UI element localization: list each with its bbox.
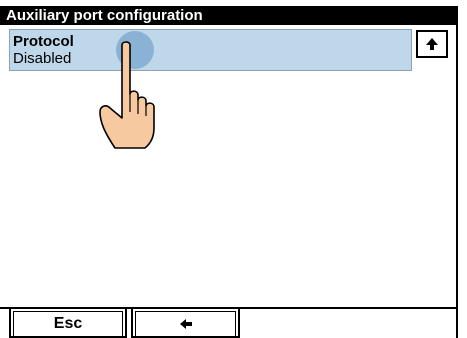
protocol-label: Protocol	[13, 33, 74, 50]
esc-button[interactable]: Esc	[9, 307, 127, 338]
scroll-up-button[interactable]	[416, 30, 448, 58]
arrow-left-icon	[179, 318, 192, 329]
protocol-value: Disabled	[13, 50, 72, 67]
esc-label: Esc	[53, 314, 83, 332]
hand-pointer-icon	[99, 41, 155, 149]
right-border-divider	[456, 25, 458, 338]
back-button[interactable]	[131, 307, 240, 338]
window-title: Auxiliary port configuration	[0, 6, 458, 25]
screen: Auxiliary port configuration Protocol Di…	[0, 0, 467, 338]
arrow-up-icon	[426, 38, 438, 50]
protocol-setting-row[interactable]: Protocol Disabled	[9, 29, 412, 71]
